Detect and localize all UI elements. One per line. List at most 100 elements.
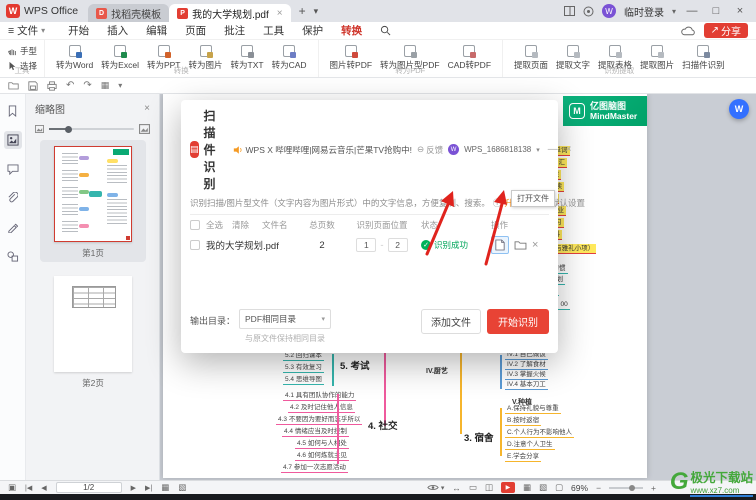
pdf-icon: P xyxy=(177,7,189,19)
tab-close-icon[interactable]: × xyxy=(277,8,283,19)
quickbar-more-icon[interactable]: ▾ xyxy=(118,81,122,90)
read-mode-button[interactable]: ▶ xyxy=(500,482,515,493)
assistant-float-button[interactable]: W xyxy=(729,99,749,119)
signature-pen-icon[interactable] xyxy=(4,218,22,236)
range-to-input[interactable]: 2 xyxy=(387,238,408,252)
menu-item-tools[interactable]: 工具 xyxy=(263,23,284,38)
fit-width-icon[interactable]: ↔ xyxy=(452,483,461,493)
mindmap-node-social: 4. 社交 xyxy=(368,421,398,432)
mini-table xyxy=(72,286,116,308)
dialog-avatar[interactable]: W xyxy=(448,144,460,155)
mindmap-node-cook: IV.厨艺 xyxy=(426,368,448,375)
page-number-input[interactable]: 1/2 xyxy=(55,482,122,493)
select-all-checkbox[interactable] xyxy=(190,219,200,230)
tab-list-icon[interactable]: ▾ xyxy=(314,6,319,17)
open-folder-button[interactable] xyxy=(514,240,527,250)
zoom-in-icon[interactable]: + xyxy=(651,483,656,493)
zoom-slider[interactable] xyxy=(609,484,644,491)
undo-icon[interactable]: ↶ xyxy=(66,80,74,91)
output-dir-select[interactable]: PDF相同目录 ▾ xyxy=(239,309,332,329)
new-tab-button[interactable]: + xyxy=(299,4,306,18)
eye-protect-icon[interactable]: ▾ xyxy=(427,484,444,492)
clear-label[interactable]: 清除 xyxy=(232,219,262,231)
cloud-sync-icon[interactable] xyxy=(680,26,696,36)
account-dropdown-icon[interactable]: ▾ xyxy=(536,146,540,154)
shapes-icon[interactable] xyxy=(4,247,22,265)
menu-item-edit[interactable]: 编辑 xyxy=(146,23,167,38)
dialog-close-icon[interactable]: × xyxy=(566,144,572,155)
remove-file-button[interactable]: × xyxy=(532,239,538,251)
menu-item-convert[interactable]: 转换 xyxy=(341,23,363,42)
menu-item-comment[interactable]: 批注 xyxy=(224,23,245,38)
open-file-icon[interactable] xyxy=(8,81,19,90)
account-name[interactable]: 临时登录 xyxy=(624,4,664,19)
mindmap-item: IV.3 掌握火候 xyxy=(505,371,548,381)
row-checkbox[interactable] xyxy=(190,240,200,250)
dialog-account[interactable]: WPS_1686818138 xyxy=(464,145,531,154)
zoom-level[interactable]: 69% xyxy=(571,483,588,493)
save-icon[interactable] xyxy=(28,80,38,91)
maximize-button[interactable]: □ xyxy=(708,5,724,17)
menu-item-insert[interactable]: 插入 xyxy=(107,23,128,38)
image-to-pdf-icon xyxy=(344,45,358,58)
snapshot-icon[interactable]: ▧ xyxy=(178,482,186,493)
bookmark-icon[interactable] xyxy=(4,102,22,120)
thumbnail-size-slider[interactable] xyxy=(49,125,134,133)
tab-document[interactable]: P 我的大学规划.pdf × xyxy=(169,4,291,22)
start-recognition-button[interactable]: 开始识别 xyxy=(487,309,549,334)
account-chevron-icon[interactable]: ▾ xyxy=(672,7,676,16)
file-menu[interactable]: ≡ 文件 ▾ xyxy=(8,23,45,38)
grid-view-icon[interactable]: ▦ xyxy=(523,482,531,493)
menu-item-home[interactable]: 开始 xyxy=(68,23,89,38)
first-page-icon[interactable]: |◀ xyxy=(25,484,32,492)
thumbnails-icon[interactable] xyxy=(3,131,22,149)
theme-icon[interactable] xyxy=(583,6,594,17)
docer-icon: D xyxy=(96,7,108,19)
print-icon[interactable] xyxy=(47,80,57,91)
slider-knob[interactable] xyxy=(65,125,72,133)
mindmap-item: B.按时返宿 xyxy=(505,417,542,427)
output-dir-label: 输出目录： xyxy=(190,316,236,326)
layout-split-icon[interactable] xyxy=(563,6,575,16)
panel-close-icon[interactable]: × xyxy=(144,103,150,114)
minimize-button[interactable]: — xyxy=(684,5,700,17)
select-chevron-icon: ▾ xyxy=(321,316,326,323)
redo-icon[interactable]: ↷ xyxy=(83,80,91,91)
next-page-icon[interactable]: ▶ xyxy=(131,484,136,492)
extract-text-icon xyxy=(567,45,581,58)
feedback-link[interactable]: ⊖ 反馈 xyxy=(417,144,443,156)
user-avatar[interactable]: W xyxy=(601,4,616,18)
page-mode-icon[interactable]: ▣ xyxy=(8,482,16,493)
zoom-out-icon[interactable]: − xyxy=(596,483,601,493)
thumbnail-page-1[interactable]: 第1页 xyxy=(40,140,146,262)
thumbnail-page-2[interactable]: 第2页 xyxy=(40,270,146,392)
two-page-icon[interactable]: ◫ xyxy=(485,482,493,493)
share-button[interactable]: ↗ 分享 xyxy=(703,23,748,38)
add-note-icon[interactable]: ▦ xyxy=(161,482,169,493)
close-button[interactable]: × xyxy=(732,5,748,17)
ribbon-group-to-pdf: 图片转PDF 转为图片型PDF CAD转PDF 转为PDF xyxy=(319,40,504,77)
fullscreen-icon[interactable]: ▧ xyxy=(539,482,547,493)
tab-docer-templates[interactable]: D 找稻壳模板 xyxy=(88,4,170,22)
search-icon[interactable] xyxy=(380,25,391,36)
info-icon[interactable]: ⓘ xyxy=(493,197,502,209)
add-file-button[interactable]: 添加文件 xyxy=(421,309,481,334)
select-all-label[interactable]: 全选 xyxy=(206,219,232,231)
prev-page-icon[interactable]: ◀ xyxy=(41,484,46,492)
menu-item-protect[interactable]: 保护 xyxy=(302,23,323,38)
comment-icon[interactable] xyxy=(4,160,22,178)
dialog-minimize-icon[interactable]: — xyxy=(548,144,558,155)
attachment-icon[interactable] xyxy=(4,189,22,207)
open-file-button[interactable] xyxy=(491,236,509,254)
stamp-icon[interactable]: ▦ xyxy=(101,80,110,91)
hamburger-icon: ≡ xyxy=(8,24,15,37)
menu-item-page[interactable]: 页面 xyxy=(185,23,206,38)
last-page-icon[interactable]: ▶| xyxy=(145,484,152,492)
promo-banner[interactable]: WPS X 哔哩哔哩|网易云音乐|芒果TV抢购中! xyxy=(233,144,412,156)
to-word-icon xyxy=(68,45,82,58)
single-page-icon[interactable]: ▭ xyxy=(469,482,477,493)
range-from-input[interactable]: 1 xyxy=(356,238,377,252)
zoom-knob[interactable] xyxy=(629,484,636,491)
hand-tool-button[interactable]: 手型 xyxy=(7,45,37,57)
bookmark-flag-icon[interactable]: ▢ xyxy=(555,482,563,493)
